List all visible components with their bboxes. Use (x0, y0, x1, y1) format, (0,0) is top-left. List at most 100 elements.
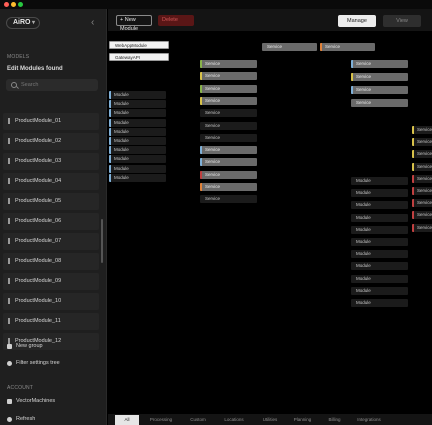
graph-node[interactable]: Module (351, 189, 408, 198)
graph-node[interactable]: Module (109, 146, 166, 155)
graph-node-label: Module (356, 178, 371, 183)
graph-node[interactable]: Module (109, 127, 166, 136)
module-list-item[interactable]: ProductModule_08 (3, 253, 99, 270)
graph-node[interactable]: Service (200, 170, 257, 179)
module-list-item[interactable]: ProductModule_11 (3, 313, 99, 330)
graph-node[interactable]: Module (351, 250, 408, 259)
node-accent-bar (109, 91, 111, 99)
graph-node[interactable]: Service (412, 199, 432, 208)
graph-node[interactable]: Service (412, 187, 432, 195)
graph-node-label: Module (114, 119, 129, 125)
module-icon (8, 238, 10, 244)
graph-node[interactable]: Service (200, 133, 257, 142)
node-accent-bar (351, 60, 353, 68)
graph-node[interactable]: Module (351, 286, 408, 295)
graph-node[interactable]: Service (200, 96, 257, 105)
new-group-label: New group (16, 343, 43, 349)
module-list-item[interactable]: ProductModule_09 (3, 273, 99, 290)
filter-settings-link[interactable]: Filter settings tree (7, 360, 60, 366)
app-logo[interactable]: AiRO ▾ (6, 17, 40, 29)
graph-node[interactable]: Service (351, 99, 408, 107)
graph-node-label: Service (356, 100, 372, 105)
graph-node[interactable]: Module (109, 100, 166, 109)
graph-node[interactable]: Service (200, 84, 257, 93)
graph-node[interactable]: WebAppModule (109, 41, 169, 49)
graph-node[interactable]: Service (412, 174, 432, 183)
account-link[interactable]: VectorMachines (7, 398, 55, 404)
graph-node[interactable]: Module (351, 238, 408, 246)
graph-node[interactable]: Service (262, 43, 317, 51)
graph-node[interactable]: Service (200, 146, 257, 155)
graph-node[interactable]: Service (412, 223, 432, 232)
graph-node[interactable]: Service (412, 150, 432, 159)
graph-node[interactable]: Module (351, 225, 408, 234)
minimize-window-dot[interactable] (11, 2, 16, 7)
graph-node[interactable]: Module (109, 137, 166, 145)
graph-node[interactable]: Module (109, 164, 166, 173)
graph-node[interactable]: Module (109, 173, 166, 182)
dependency-canvas[interactable]: WebAppModule GatewayAPI Module Module Module… (108, 31, 432, 414)
graph-node[interactable]: Service (320, 43, 375, 51)
graph-node[interactable]: Module (351, 299, 408, 307)
graph-node[interactable]: Service (412, 162, 432, 171)
graph-node-label: Service (356, 87, 372, 92)
maximize-window-dot[interactable] (18, 2, 23, 7)
search-input[interactable]: Search (6, 79, 98, 91)
new-module-button[interactable]: + New Module (116, 15, 152, 32)
graph-node[interactable]: Module (109, 155, 166, 164)
graph-node[interactable]: Module (109, 91, 166, 99)
refresh-link[interactable]: Refresh (7, 416, 35, 422)
graph-node[interactable]: Service (351, 73, 408, 81)
graph-node[interactable]: Service (412, 126, 432, 134)
graph-node-label: Service (417, 127, 432, 132)
sidebar-scrollbar[interactable] (101, 219, 103, 263)
graph-node[interactable]: Module (351, 213, 408, 222)
module-icon (8, 298, 10, 304)
graph-node[interactable]: Service (200, 158, 257, 167)
graph-node[interactable]: Service (412, 211, 432, 220)
collapse-sidebar-icon[interactable]: ‹ (91, 18, 94, 28)
module-list-item[interactable]: ProductModule_07 (3, 233, 99, 250)
graph-node[interactable]: GatewayAPI (109, 53, 169, 61)
new-group-link[interactable]: New group (7, 343, 43, 349)
graph-node[interactable]: Service (200, 60, 257, 68)
graph-node[interactable]: Module (109, 118, 166, 127)
tab-integrations[interactable]: Integrations (352, 415, 386, 425)
graph-node[interactable]: Service (200, 195, 257, 204)
graph-node[interactable]: Service (351, 86, 408, 94)
tab-utilities[interactable]: Utilities (255, 415, 285, 425)
close-window-dot[interactable] (4, 2, 9, 7)
graph-node[interactable]: Service (351, 60, 408, 68)
module-list-item[interactable]: ProductModule_06 (3, 213, 99, 230)
graph-node-label: Service (205, 184, 221, 189)
graph-node[interactable]: Service (200, 72, 257, 81)
graph-node[interactable]: Module (351, 274, 408, 283)
graph-node[interactable]: Service (200, 183, 257, 191)
graph-node-label: Module (114, 110, 129, 116)
graph-node[interactable]: Module (109, 109, 166, 118)
graph-node[interactable]: Module (351, 177, 408, 185)
graph-node[interactable]: Service (412, 138, 432, 147)
graph-node[interactable]: Module (351, 201, 408, 210)
tab-locations[interactable]: Locations (218, 415, 250, 425)
graph-node-label: Module (114, 156, 129, 162)
graph-node[interactable]: Service (200, 109, 257, 118)
graph-node[interactable]: Module (351, 262, 408, 271)
module-list-item[interactable]: ProductModule_04 (3, 173, 99, 190)
module-list-item[interactable]: ProductModule_01 (3, 113, 99, 130)
tab-custom[interactable]: Custom (183, 415, 213, 425)
graph-node[interactable]: Service (200, 121, 257, 130)
tab-all[interactable]: All (115, 415, 139, 425)
mode-manage-toggle[interactable]: Manage (338, 15, 376, 27)
tab-processing[interactable]: Processing (144, 415, 178, 425)
module-list-item[interactable]: ProductModule_02 (3, 133, 99, 150)
delete-button[interactable]: Delete (158, 15, 194, 26)
node-accent-bar (412, 126, 414, 134)
tab-planning[interactable]: Planning (289, 415, 316, 425)
module-list-label: ProductModule_07 (15, 238, 62, 244)
module-list-item[interactable]: ProductModule_05 (3, 193, 99, 210)
module-list-item[interactable]: ProductModule_10 (3, 293, 99, 310)
tab-billing[interactable]: Billing (321, 415, 348, 425)
mode-view-toggle[interactable]: View (383, 15, 421, 27)
module-list-item[interactable]: ProductModule_03 (3, 153, 99, 170)
